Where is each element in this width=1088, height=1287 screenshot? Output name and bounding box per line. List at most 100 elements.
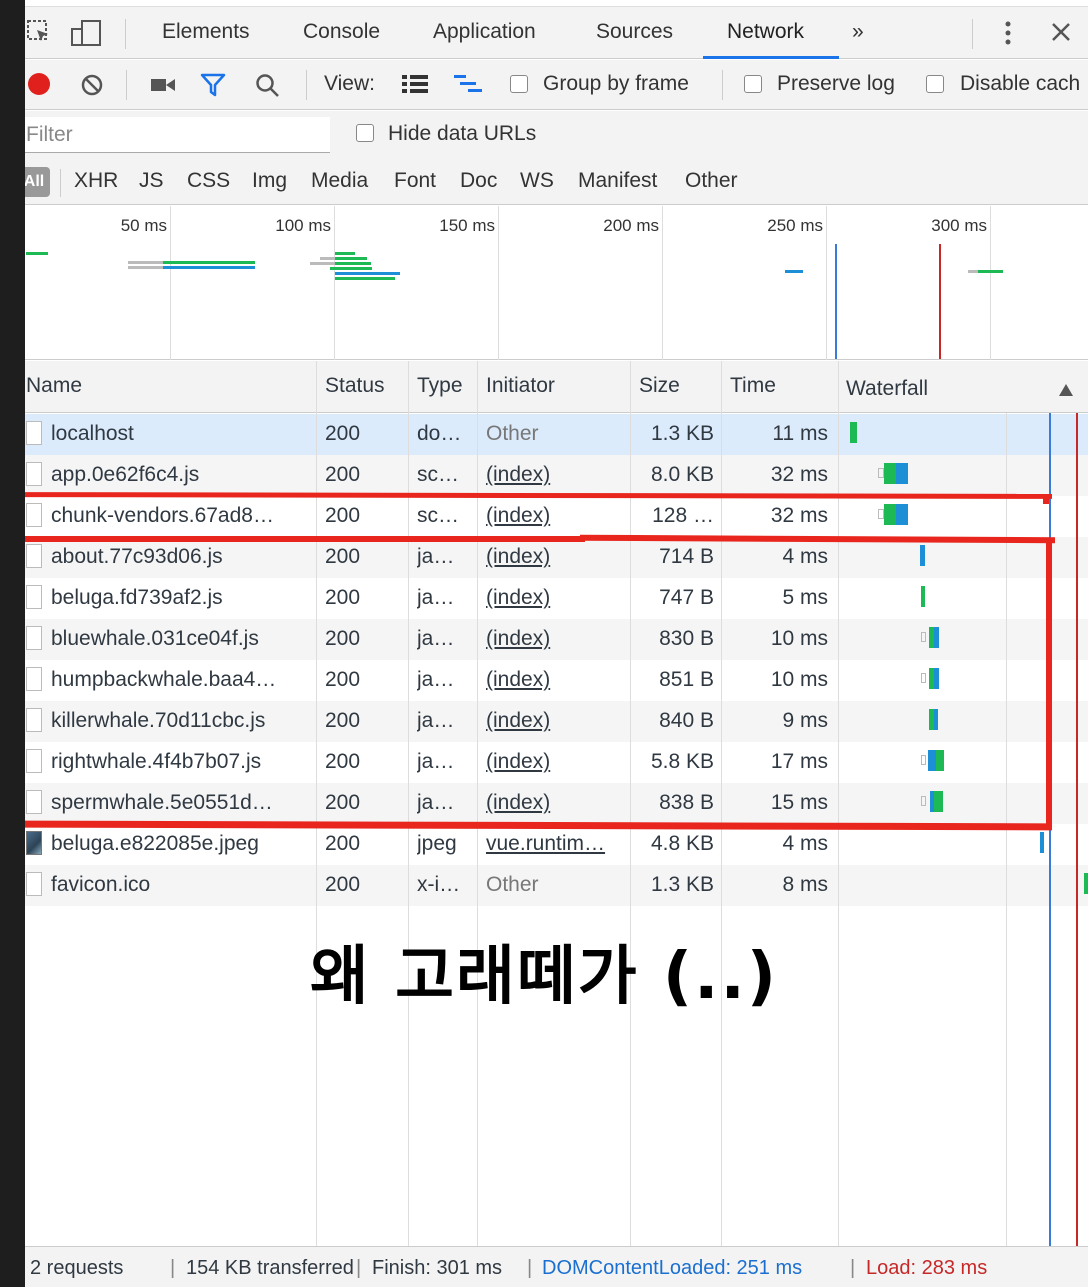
cell-initiator[interactable]: (index) [486, 504, 626, 528]
cell-name: killerwhale.70d11cbc.js [51, 709, 266, 732]
more-tabs-icon[interactable]: » [852, 20, 864, 44]
clear-icon[interactable] [80, 73, 104, 103]
filter-row: Hide data URLs [0, 111, 1088, 159]
column-header-status[interactable]: Status [325, 374, 385, 398]
overview-request-bar [785, 270, 803, 273]
table-row[interactable]: beluga.fd739af2.js 200 ja… (index) 747 B 5 ms [0, 578, 1088, 619]
cell-initiator[interactable]: (index) [486, 586, 626, 610]
divider [125, 19, 126, 49]
cell-time: 15 ms [770, 791, 828, 814]
group-by-frame-checkbox[interactable] [510, 75, 528, 93]
tab-application[interactable]: Application [433, 20, 536, 44]
type-filter-other[interactable]: Other [685, 169, 738, 193]
column-header-waterfall[interactable]: Waterfall [846, 377, 928, 401]
close-icon[interactable] [1050, 21, 1072, 49]
waterfall-bar [921, 632, 926, 642]
hide-data-urls-checkbox[interactable] [356, 124, 374, 142]
device-toolbar-icon[interactable] [70, 19, 106, 53]
column-header-name[interactable]: Name [26, 374, 82, 398]
tab-console[interactable]: Console [303, 20, 380, 44]
devtools-window: Elements Console Application Sources Net… [0, 0, 1088, 1287]
overview-request-bar [335, 272, 400, 275]
disable-cache-checkbox[interactable] [926, 75, 944, 93]
column-header-time[interactable]: Time [730, 374, 776, 398]
summary-separator: | [356, 1257, 362, 1279]
search-icon[interactable] [255, 73, 281, 105]
cell-initiator[interactable]: (index) [486, 750, 626, 774]
table-row[interactable]: humpbackwhale.baa4… 200 ja… (index) 851 B 10 … [0, 660, 1088, 701]
table-row[interactable]: spermwhale.5e0551d… 200 ja… (index) 838 B 15 … [0, 783, 1088, 824]
table-row[interactable]: app.0e62f6c4.js 200 sc… (index) 8.0 KB 32 ms [0, 455, 1088, 496]
table-row[interactable]: rightwhale.4f4b7b07.js 200 ja… (index) 5.8 K… [0, 742, 1088, 783]
screenshot-camera-icon[interactable] [150, 76, 176, 100]
type-filter-media[interactable]: Media [311, 169, 368, 193]
tab-sources[interactable]: Sources [596, 20, 673, 44]
type-filter-manifest[interactable]: Manifest [578, 169, 657, 193]
overview-tick-label: 50 ms [120, 216, 167, 235]
overview-request-bar [320, 257, 335, 260]
type-filter-img[interactable]: Img [252, 169, 287, 193]
cell-type: ja… [417, 668, 455, 691]
cell-size: 714 B [659, 545, 714, 568]
overview-request-bar [128, 266, 163, 269]
cell-initiator[interactable]: (index) [486, 545, 626, 569]
large-rows-icon[interactable] [402, 74, 430, 100]
overview-request-bar [968, 270, 978, 273]
network-toolbar: View: Group by frame Preserve log Disabl… [0, 60, 1088, 110]
table-row[interactable]: beluga.e822085e.jpeg 200 jpeg vue.runtim… 4.… [0, 824, 1088, 865]
overview-gridline [826, 206, 827, 360]
overview-load-line [939, 244, 941, 359]
type-filter-font[interactable]: Font [394, 169, 436, 193]
overview-request-bar [163, 261, 255, 264]
cell-initiator[interactable]: (index) [486, 627, 626, 651]
overview-request-bar [335, 257, 367, 260]
overview-domcontentloaded-line [835, 244, 837, 359]
table-row[interactable]: localhost 200 do… Other 1.3 KB 11 ms [0, 414, 1088, 455]
kebab-menu-icon[interactable] [1000, 19, 1016, 53]
overview-request-bar [26, 252, 48, 255]
waterfall-view-icon[interactable] [454, 74, 484, 100]
cell-time: 4 ms [782, 545, 828, 568]
preserve-log-label: Preserve log [777, 72, 895, 95]
type-filter-ws[interactable]: WS [520, 169, 554, 193]
overview-request-bar [335, 262, 371, 265]
type-filter-css[interactable]: CSS [187, 169, 230, 193]
table-row[interactable]: about.77c93d06.js 200 ja… (index) 714 B 4 ms [0, 537, 1088, 578]
column-header-initiator[interactable]: Initiator [486, 374, 555, 398]
cell-time: 4 ms [782, 832, 828, 855]
type-filter-xhr[interactable]: XHR [74, 169, 118, 193]
annotation-caption: 왜 고래떼가 (..) [309, 940, 779, 1014]
cell-initiator[interactable]: (index) [486, 668, 626, 692]
filter-input[interactable] [0, 117, 330, 153]
filter-funnel-icon[interactable] [200, 73, 226, 103]
cell-initiator[interactable]: (index) [486, 709, 626, 733]
cell-status: 200 [325, 586, 361, 609]
cell-status: 200 [325, 545, 361, 568]
table-row[interactable]: chunk-vendors.67ad8… 200 sc… (index) 128 … 32… [0, 496, 1088, 537]
cell-initiator[interactable]: vue.runtim… [486, 832, 626, 856]
cell-status: 200 [325, 668, 361, 691]
column-header-size[interactable]: Size [639, 374, 680, 398]
timeline-overview[interactable]: 50 ms 100 ms 150 ms 200 ms 250 ms 300 ms [0, 206, 1088, 360]
preserve-log-checkbox[interactable] [744, 75, 762, 93]
cell-name: app.0e62f6c4.js [51, 463, 200, 486]
cell-name: rightwhale.4f4b7b07.js [51, 750, 262, 773]
table-row[interactable]: killerwhale.70d11cbc.js 200 ja… (index) 840 … [0, 701, 1088, 742]
overview-tick-label: 150 ms [439, 216, 495, 235]
table-row[interactable]: bluewhale.031ce04f.js 200 ja… (index) 830 B 1… [0, 619, 1088, 660]
sort-ascending-icon[interactable] [1058, 379, 1074, 403]
inspect-element-icon[interactable] [26, 19, 52, 51]
page-left-edge [0, 0, 25, 1287]
tab-elements[interactable]: Elements [162, 20, 250, 44]
type-filter-js[interactable]: JS [139, 169, 164, 193]
record-icon[interactable] [27, 72, 51, 102]
tab-network[interactable]: Network [727, 20, 804, 44]
cell-initiator[interactable]: (index) [486, 463, 626, 487]
waterfall-bar [934, 668, 939, 689]
waterfall-bar [921, 755, 926, 765]
type-filter-doc[interactable]: Doc [460, 169, 497, 193]
table-row[interactable]: favicon.ico 200 x-i… Other 1.3 KB 8 ms [0, 865, 1088, 906]
cell-initiator[interactable]: (index) [486, 791, 626, 815]
column-header-type[interactable]: Type [417, 374, 463, 398]
cell-time: 10 ms [770, 627, 828, 650]
